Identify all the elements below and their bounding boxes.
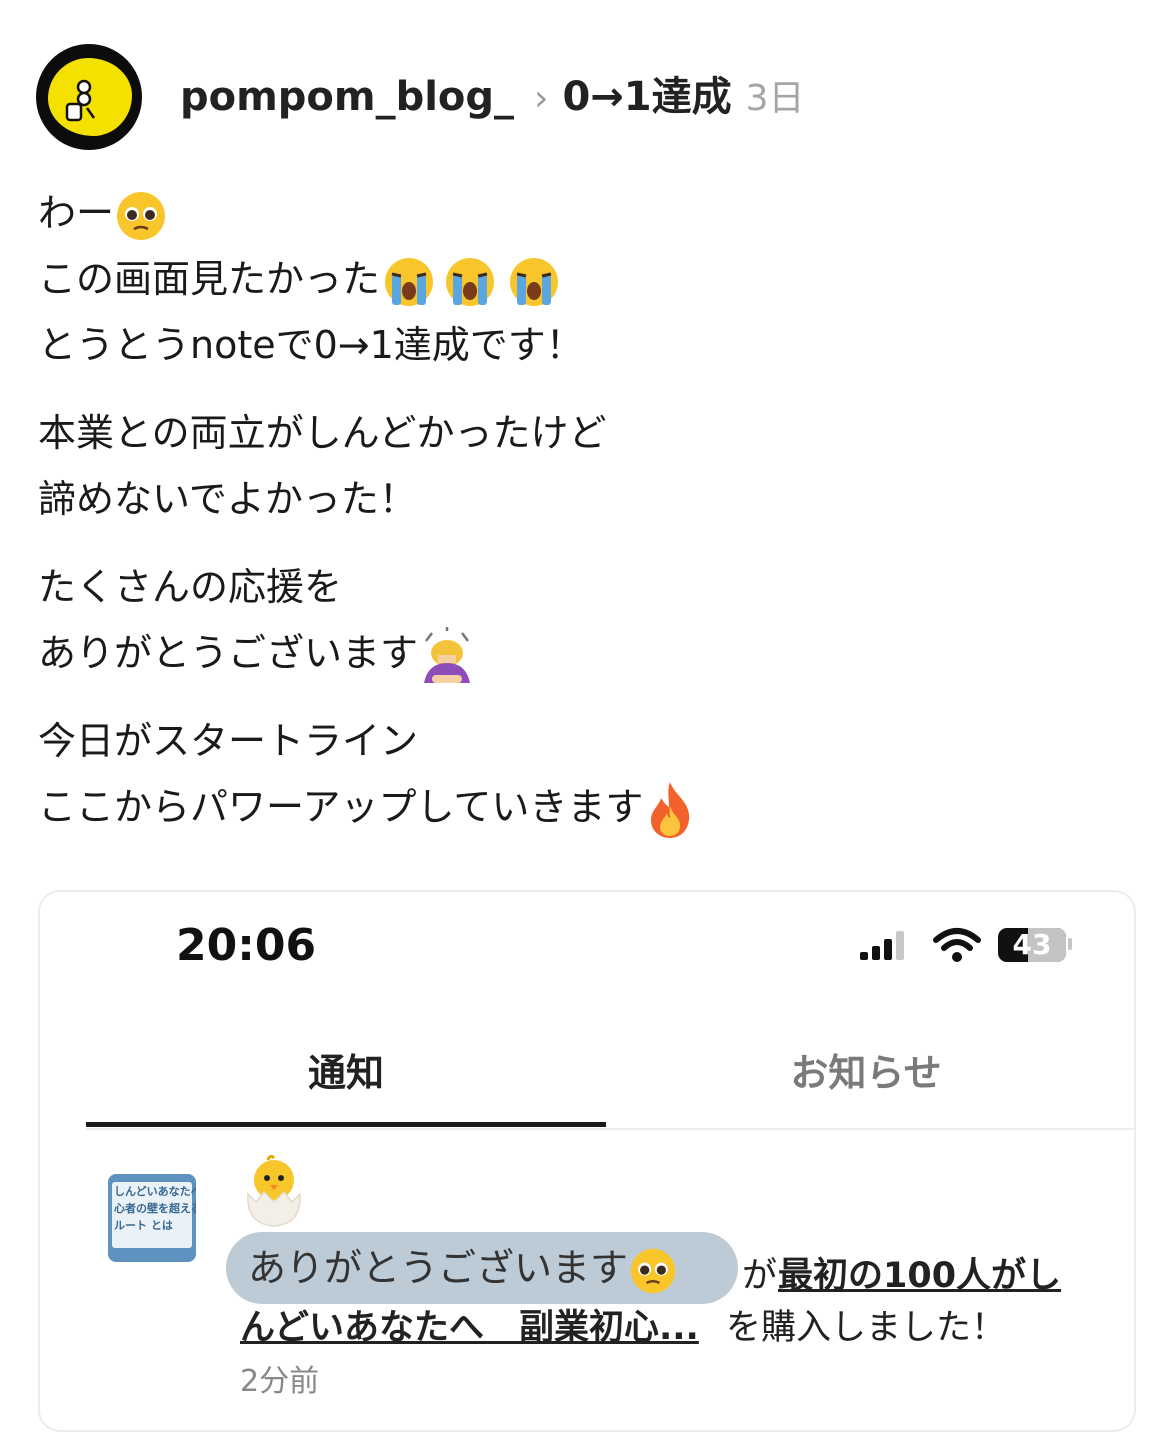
post-line: この画面見たかった xyxy=(38,246,1138,312)
loudly-crying-face-icon xyxy=(510,257,559,306)
signal-icon xyxy=(860,931,904,960)
hatching-chick-icon xyxy=(247,1154,301,1227)
loudly-crying-face-icon xyxy=(385,257,434,306)
post-body: わー この画面見たかった とうとうnoteで0→1達成です！ 本業との両立がしん… xyxy=(38,180,1138,862)
tab-announcements[interactable]: お知らせ xyxy=(606,1042,1126,1097)
article-link[interactable]: 最初の100人がし xyxy=(778,1250,1061,1302)
tab-divider xyxy=(86,1128,1134,1130)
post-line: ありがとうございます xyxy=(38,620,1138,686)
post-time: 3日 xyxy=(745,78,805,119)
post-line: たくさんの応援を xyxy=(38,565,343,609)
wifi-icon xyxy=(933,928,981,962)
article-thumbnail[interactable]: しんどいあなたへ 心者の壁を超える ルート とは xyxy=(108,1174,196,1262)
article-link-continued[interactable]: んどいあなたへ 副業初心... xyxy=(240,1302,699,1354)
post-paragraph: わー この画面見たかった とうとうnoteで0→1達成です！ xyxy=(38,180,1138,378)
fire-icon xyxy=(651,781,690,838)
chevron-right-icon: › xyxy=(534,78,549,119)
username[interactable]: pompom_blog_ xyxy=(180,74,514,120)
avatar-figure-icon xyxy=(65,79,96,122)
avatar[interactable] xyxy=(36,44,142,150)
reaction-bubble: ありがとうございます xyxy=(226,1232,738,1304)
pleading-face-icon xyxy=(117,191,166,240)
topic-title[interactable]: 0→1達成 xyxy=(562,74,731,120)
pleading-face-icon xyxy=(630,1248,676,1293)
tab-notifications[interactable]: 通知 xyxy=(86,1042,606,1097)
status-time: 20:06 xyxy=(176,920,317,971)
notification-particle: が xyxy=(742,1256,778,1296)
notification-action: を購入しました！ xyxy=(726,1308,1007,1348)
post-header: pompom_blog_ › 0→1達成 3日 xyxy=(36,44,1136,152)
post-line: ここからパワーアップしていきます xyxy=(38,774,1138,840)
battery-icon: 43 xyxy=(998,928,1066,962)
active-tab-underline xyxy=(86,1122,606,1127)
attached-screenshot[interactable]: 20:06 43 通知 お知らせ しんどいあなたへ 心者の壁を超える ルート と… xyxy=(38,890,1136,1432)
post-paragraph: たくさんの応援を ありがとうございます xyxy=(38,554,1138,686)
battery-tip xyxy=(1068,938,1072,950)
post-paragraph: 本業との両立がしんどかったけど 諦めないでよかった！ xyxy=(38,400,1138,532)
post-line: 諦めないでよかった！ xyxy=(38,477,417,521)
loudly-crying-face-icon xyxy=(446,257,495,306)
woman-bowing-icon xyxy=(424,626,471,683)
post-line: わー xyxy=(38,180,1138,246)
thumbnail-text: しんどいあなたへ 心者の壁を超える ルート とは xyxy=(112,1182,196,1248)
post-line: 本業との両立がしんどかったけど xyxy=(38,411,607,455)
post-line: とうとうnoteで0→1達成です！ xyxy=(38,323,584,367)
post-line: 今日がスタートライン xyxy=(38,719,419,763)
status-icons: 43 xyxy=(858,926,1118,966)
notification-time: 2分前 xyxy=(240,1364,320,1399)
post-paragraph: 今日がスタートライン ここからパワーアップしていきます xyxy=(38,708,1138,840)
tab-bar: 通知 お知らせ xyxy=(86,1012,1134,1130)
post-meta: pompom_blog_ › 0→1達成 3日 xyxy=(180,70,805,126)
